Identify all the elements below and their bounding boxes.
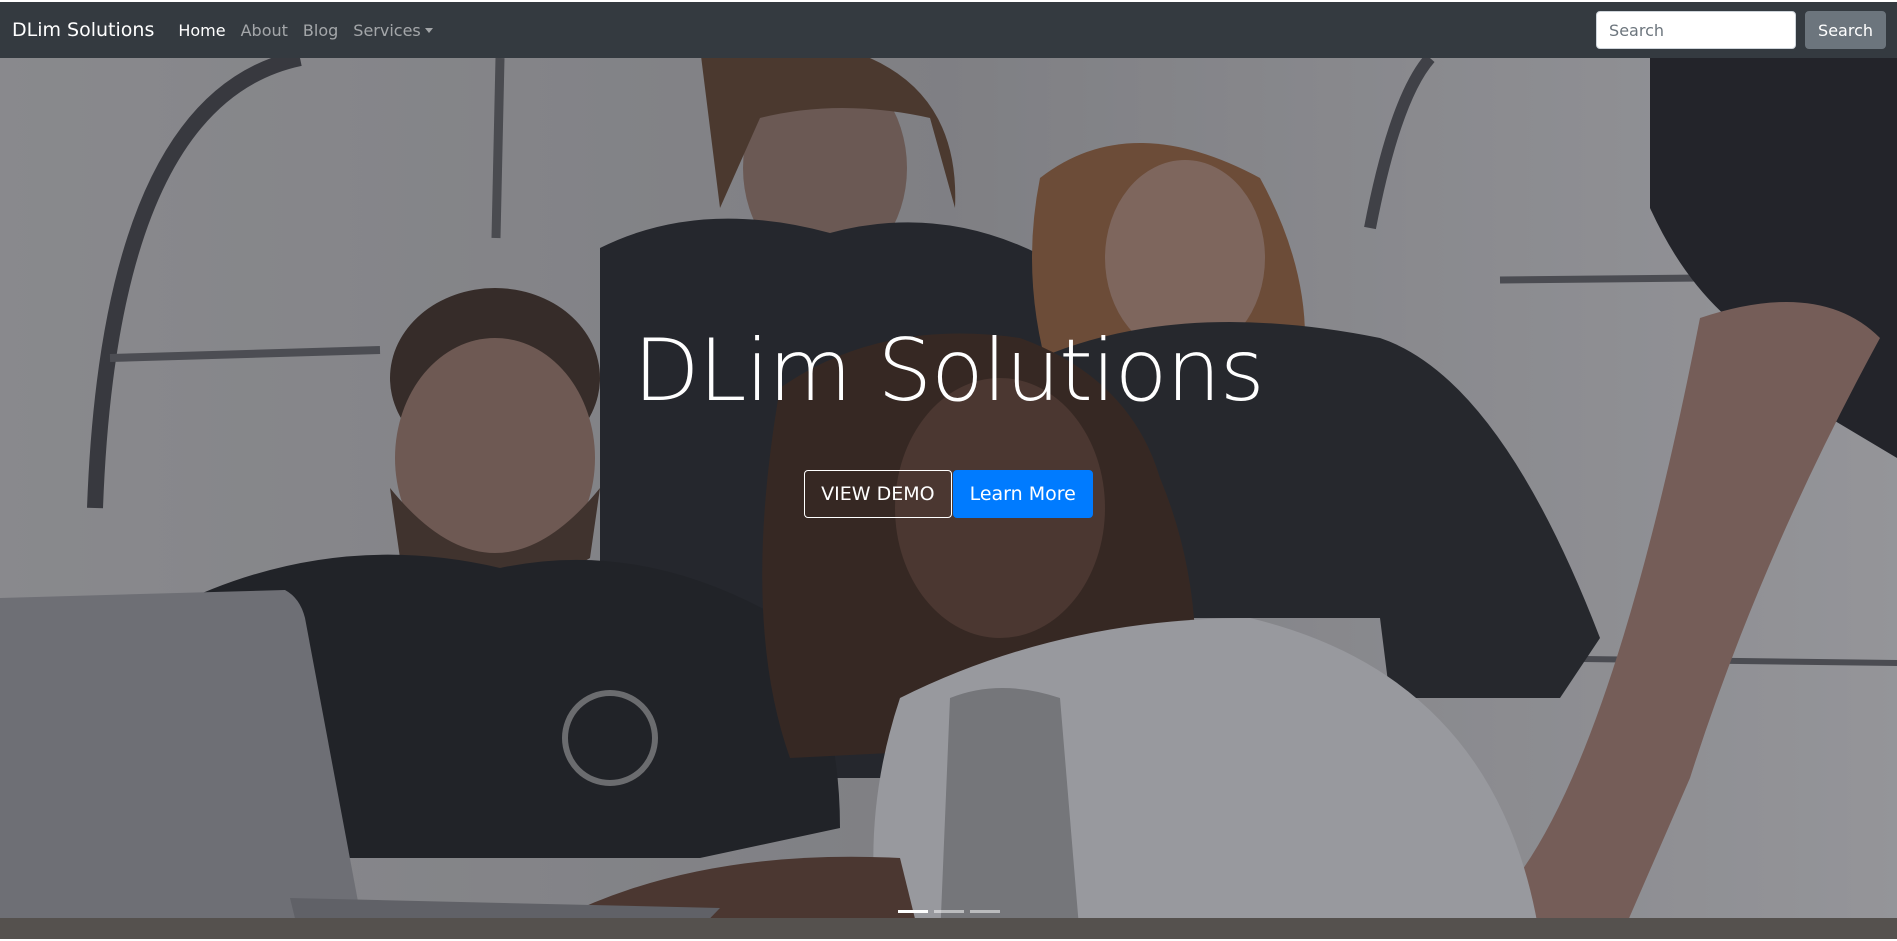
nav-item-services-label: Services bbox=[353, 20, 421, 40]
chevron-down-icon bbox=[424, 27, 433, 33]
nav-item-about[interactable]: About bbox=[241, 21, 288, 40]
nav-item-services-dropdown[interactable]: Services bbox=[353, 20, 433, 40]
nav-item-home[interactable]: Home bbox=[178, 21, 225, 40]
hero-carousel: DLim Solutions VIEW DEMO Learn More bbox=[0, 58, 1897, 939]
hero-buttons: VIEW DEMO Learn More bbox=[0, 470, 1897, 518]
carousel-indicator-3[interactable] bbox=[969, 910, 1000, 913]
hero-title: DLim Solutions bbox=[633, 321, 1264, 421]
hero-content: DLim Solutions VIEW DEMO Learn More bbox=[0, 316, 1897, 518]
search-form: Search bbox=[1596, 11, 1886, 49]
carousel-indicator-2[interactable] bbox=[933, 910, 964, 913]
search-input[interactable] bbox=[1596, 11, 1797, 49]
search-button[interactable]: Search bbox=[1805, 11, 1886, 49]
view-demo-button[interactable]: VIEW DEMO bbox=[804, 470, 952, 518]
carousel-indicators bbox=[0, 910, 1897, 913]
carousel-indicator-1[interactable] bbox=[897, 910, 928, 913]
navbar-brand[interactable]: DLim Solutions bbox=[12, 19, 154, 41]
nav-menu: Home About Blog Services bbox=[178, 20, 433, 40]
learn-more-button[interactable]: Learn More bbox=[952, 470, 1093, 518]
nav-item-blog[interactable]: Blog bbox=[303, 21, 338, 40]
top-navbar: DLim Solutions Home About Blog Services … bbox=[0, 2, 1897, 58]
